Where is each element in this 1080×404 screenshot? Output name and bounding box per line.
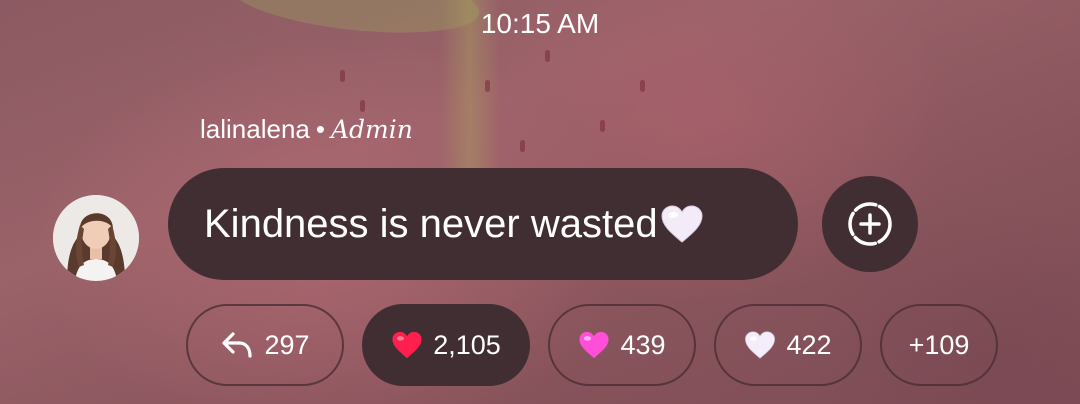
red-heart-icon xyxy=(392,331,422,359)
background-speckle xyxy=(360,100,365,112)
background-speckle xyxy=(600,120,605,132)
sender-role: Admin xyxy=(330,115,413,144)
reaction-count: 422 xyxy=(786,329,832,360)
message-text: Kindness is never wasted xyxy=(204,201,658,246)
reply-chip[interactable]: 297 xyxy=(186,304,344,386)
reply-icon xyxy=(222,332,253,358)
more-reactions-chip[interactable]: +109 xyxy=(880,304,998,386)
status-time: 10:15 AM xyxy=(480,8,600,39)
more-reactions-count: +109 xyxy=(908,329,970,360)
background-speckle xyxy=(640,80,645,92)
message-bubble[interactable]: Kindness is never wasted xyxy=(168,168,798,280)
reaction-chip-red-heart[interactable]: 2,105 xyxy=(362,304,530,386)
sender-name[interactable]: lalinalena xyxy=(200,114,310,144)
reaction-count: 2,105 xyxy=(433,329,501,360)
pink-heart-icon xyxy=(579,331,610,359)
white-heart-icon xyxy=(745,331,776,359)
reply-count: 297 xyxy=(264,329,310,360)
message-sender[interactable]: lalinalena • Admin xyxy=(200,114,413,145)
background-speckle xyxy=(340,70,345,82)
reaction-chip-pink-heart[interactable]: 439 xyxy=(548,304,696,386)
background-speckle xyxy=(485,80,490,92)
white-heart-icon xyxy=(661,205,703,243)
reaction-chip-white-heart[interactable]: 422 xyxy=(714,304,862,386)
add-reaction-button[interactable] xyxy=(822,176,918,272)
add-reaction-icon xyxy=(848,202,892,246)
reaction-count: 439 xyxy=(620,329,666,360)
separator-dot: • xyxy=(315,114,325,144)
background-speckle xyxy=(545,50,550,62)
avatar[interactable] xyxy=(53,195,139,281)
background-speckle xyxy=(520,140,525,152)
